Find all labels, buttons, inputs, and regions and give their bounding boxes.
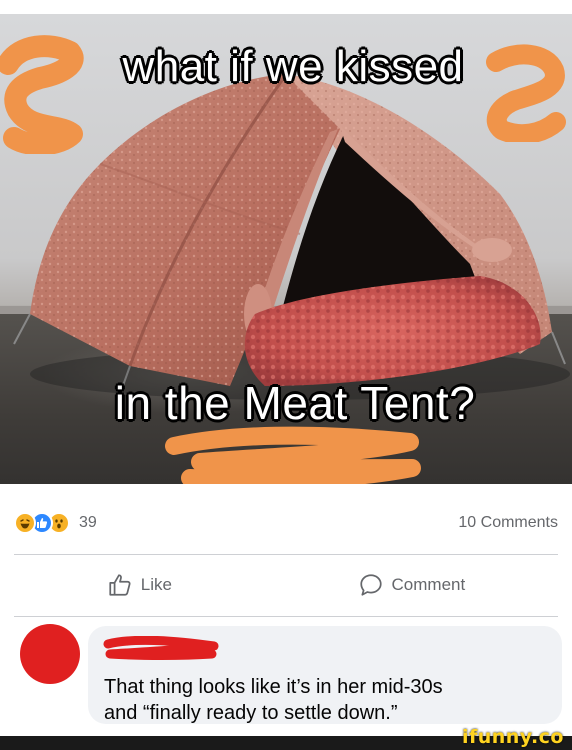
comment-button[interactable]: Comment: [358, 572, 466, 598]
divider-bottom: [14, 616, 558, 617]
comment-bubble[interactable]: That thing looks like it’s in her mid-30…: [88, 626, 562, 724]
redacted-commenter-name[interactable]: [102, 636, 222, 660]
divider-top: [14, 554, 558, 555]
like-button[interactable]: Like: [107, 572, 172, 598]
ifunny-watermark: ifunny.co: [461, 726, 564, 748]
avatar-redacted[interactable]: [20, 624, 80, 684]
haha-icon: [14, 512, 36, 534]
comment-label: Comment: [391, 575, 466, 594]
comments-count-link[interactable]: 10 Comments: [458, 514, 558, 532]
post-image[interactable]: what if we kissed in the Meat Tent?: [0, 14, 572, 484]
reaction-count: 39: [79, 514, 97, 531]
comment-text: That thing looks like it’s in her mid-30…: [102, 674, 548, 726]
comment-text-line-1: That thing looks like it’s in her mid-30…: [104, 676, 443, 698]
comment-text-line-2: and “finally ready to settle down.”: [104, 702, 398, 724]
meme-bottom-caption: in the Meat Tent?: [114, 377, 476, 429]
redaction-scribble-bottom: [165, 426, 421, 484]
meme-top-caption: what if we kissed: [122, 42, 464, 91]
reaction-summary[interactable]: 39: [14, 512, 97, 534]
reactions-bar: 39 10 Comments: [14, 508, 558, 538]
like-label: Like: [140, 575, 172, 594]
action-row: Like Comment: [14, 560, 558, 610]
thumbs-up-icon: [107, 572, 133, 598]
speech-bubble-icon: [358, 572, 384, 598]
